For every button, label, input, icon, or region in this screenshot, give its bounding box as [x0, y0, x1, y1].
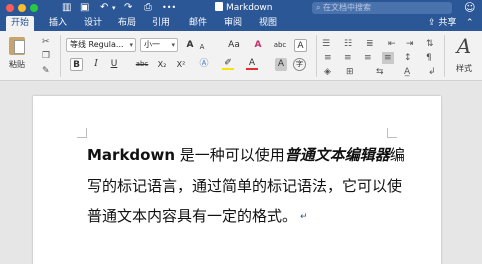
line-spacing-icon[interactable]: ↕	[404, 53, 412, 63]
divider	[60, 35, 61, 77]
ribbon-home: 粘贴 ✂ ❐ ✎ 等线 Regula... ▾ 小一 ▾ A A Aa A abc …	[0, 31, 482, 81]
numbering-icon[interactable]: ☷	[344, 39, 352, 49]
shading-icon[interactable]: ◈	[324, 67, 331, 77]
sort-icon[interactable]: ⇅	[426, 39, 434, 49]
format-painter-icon[interactable]: ✎	[42, 66, 50, 76]
title-bar: ▥ ▣ ↶ ▾ ↷ ⎙ ••• Markdown ⌕ 在文档中搜索 ☺	[0, 0, 482, 16]
decrease-indent-icon[interactable]: ⇤	[388, 39, 396, 49]
margin-marker	[387, 128, 397, 138]
highlighter-icon: ✐	[224, 58, 232, 68]
text-direction-icon[interactable]: ⇆	[376, 67, 384, 77]
copy-icon[interactable]: ❐	[42, 51, 50, 61]
save-icon[interactable]: ▣	[80, 1, 89, 15]
enclose-characters-button[interactable]: 字	[293, 58, 306, 71]
cut-icon[interactable]: ✂	[42, 37, 50, 47]
highlight-color-button[interactable]: ✐	[222, 57, 234, 70]
strikethrough-button[interactable]: abc	[134, 58, 150, 71]
justify-icon[interactable]: ≡	[382, 52, 394, 64]
borders-icon[interactable]: ⊞	[346, 67, 354, 77]
tab-mailings[interactable]: 邮件	[184, 16, 212, 31]
highlight-color-bar	[222, 68, 234, 70]
tab-view[interactable]: 视图	[254, 16, 282, 31]
window-title: Markdown	[215, 1, 272, 15]
show-formatting-marks-icon[interactable]: ¶	[426, 53, 432, 63]
tab-home[interactable]: 开始	[6, 16, 34, 31]
chevron-down-icon: ▾	[129, 41, 133, 49]
share-icon: ⇪	[428, 18, 439, 28]
search-icon: ⌕	[316, 3, 324, 12]
paragraph-mark: ↵	[300, 212, 308, 222]
document-page[interactable]: Markdown 是一种可以使用普通文本编辑器编写的标记语言，通过简单的标记语法…	[33, 96, 441, 264]
maximize-window-button[interactable]	[30, 4, 38, 12]
shrink-font-button[interactable]: A	[196, 41, 208, 54]
bold-button[interactable]: B	[70, 58, 83, 71]
grow-font-button[interactable]: A	[184, 39, 196, 52]
ribbon-tab-bar: 开始 插入 设计 布局 引用 邮件 审阅 视图 ⇪ 共享 ⌃	[0, 16, 482, 31]
document-canvas: Markdown 是一种可以使用普通文本编辑器编写的标记语言，通过简单的标记语法…	[0, 82, 482, 264]
sidebar-toggle-icon[interactable]: ▥	[62, 1, 71, 15]
divider	[444, 35, 445, 77]
share-button[interactable]: ⇪ 共享	[428, 16, 456, 31]
clipboard-icon	[9, 37, 25, 55]
document-icon	[215, 2, 223, 11]
tab-design[interactable]: 设计	[79, 16, 107, 31]
phonetic-guide-button[interactable]: abc	[272, 39, 288, 52]
styles-button[interactable]: A 样式	[450, 35, 478, 74]
tab-layout[interactable]: 布局	[113, 16, 141, 31]
character-border-button[interactable]: A	[294, 39, 307, 52]
font-color-bar	[246, 68, 258, 70]
align-left-icon[interactable]: ≡	[324, 53, 332, 63]
subscript-button[interactable]: X₂	[155, 58, 169, 71]
superscript-button[interactable]: X²	[174, 58, 188, 71]
paste-button[interactable]: 粘贴	[6, 35, 28, 79]
customize-toolbar-icon[interactable]: •••	[162, 1, 176, 15]
font-size-select[interactable]: 小一 ▾	[140, 38, 178, 52]
align-center-icon[interactable]: ≡	[344, 53, 352, 63]
multilevel-list-icon[interactable]: ≣	[366, 39, 374, 49]
italic-term: 普通文本编辑器	[284, 146, 390, 164]
minimize-window-button[interactable]	[18, 4, 26, 12]
tab-references[interactable]: 引用	[147, 16, 175, 31]
clear-formatting-button[interactable]: A	[252, 39, 264, 52]
styles-icon: A	[456, 34, 472, 58]
change-case-button[interactable]: Aa	[224, 39, 244, 52]
body-paragraph[interactable]: Markdown 是一种可以使用普通文本编辑器编写的标记语言，通过简单的标记语法…	[87, 140, 405, 233]
redo-icon[interactable]: ↷	[124, 1, 132, 15]
feedback-smiley-icon[interactable]: ☺	[464, 1, 475, 15]
text-effects-icon[interactable]: Ⓐ	[198, 58, 210, 71]
divider	[316, 35, 317, 77]
align-right-icon[interactable]: ≡	[364, 53, 372, 63]
collapse-ribbon-icon[interactable]: ⌃	[466, 16, 474, 31]
italic-button[interactable]: I	[90, 58, 102, 71]
margin-marker	[77, 128, 87, 138]
bold-term: Markdown	[87, 146, 176, 164]
undo-dropdown-icon[interactable]: ▾	[112, 1, 116, 15]
search-input[interactable]: ⌕ 在文档中搜索	[312, 2, 452, 14]
undo-icon[interactable]: ↶	[100, 1, 108, 15]
print-icon[interactable]: ⎙	[144, 1, 152, 15]
character-shading-button[interactable]: A	[275, 58, 287, 71]
tab-review[interactable]: 审阅	[219, 16, 247, 31]
font-color-button[interactable]: A	[246, 57, 258, 70]
asian-typography-icon[interactable]: ↲	[428, 67, 436, 77]
increase-indent-icon[interactable]: ⇥	[406, 39, 414, 49]
tab-insert[interactable]: 插入	[44, 16, 72, 31]
close-window-button[interactable]	[6, 4, 14, 12]
underline-button[interactable]: U	[108, 58, 120, 71]
bullets-icon[interactable]: ☰	[322, 39, 330, 49]
font-name-select[interactable]: 等线 Regula... ▾	[66, 38, 136, 52]
asian-layout-icon[interactable]: A̲	[404, 67, 410, 77]
chevron-down-icon: ▾	[171, 41, 175, 49]
